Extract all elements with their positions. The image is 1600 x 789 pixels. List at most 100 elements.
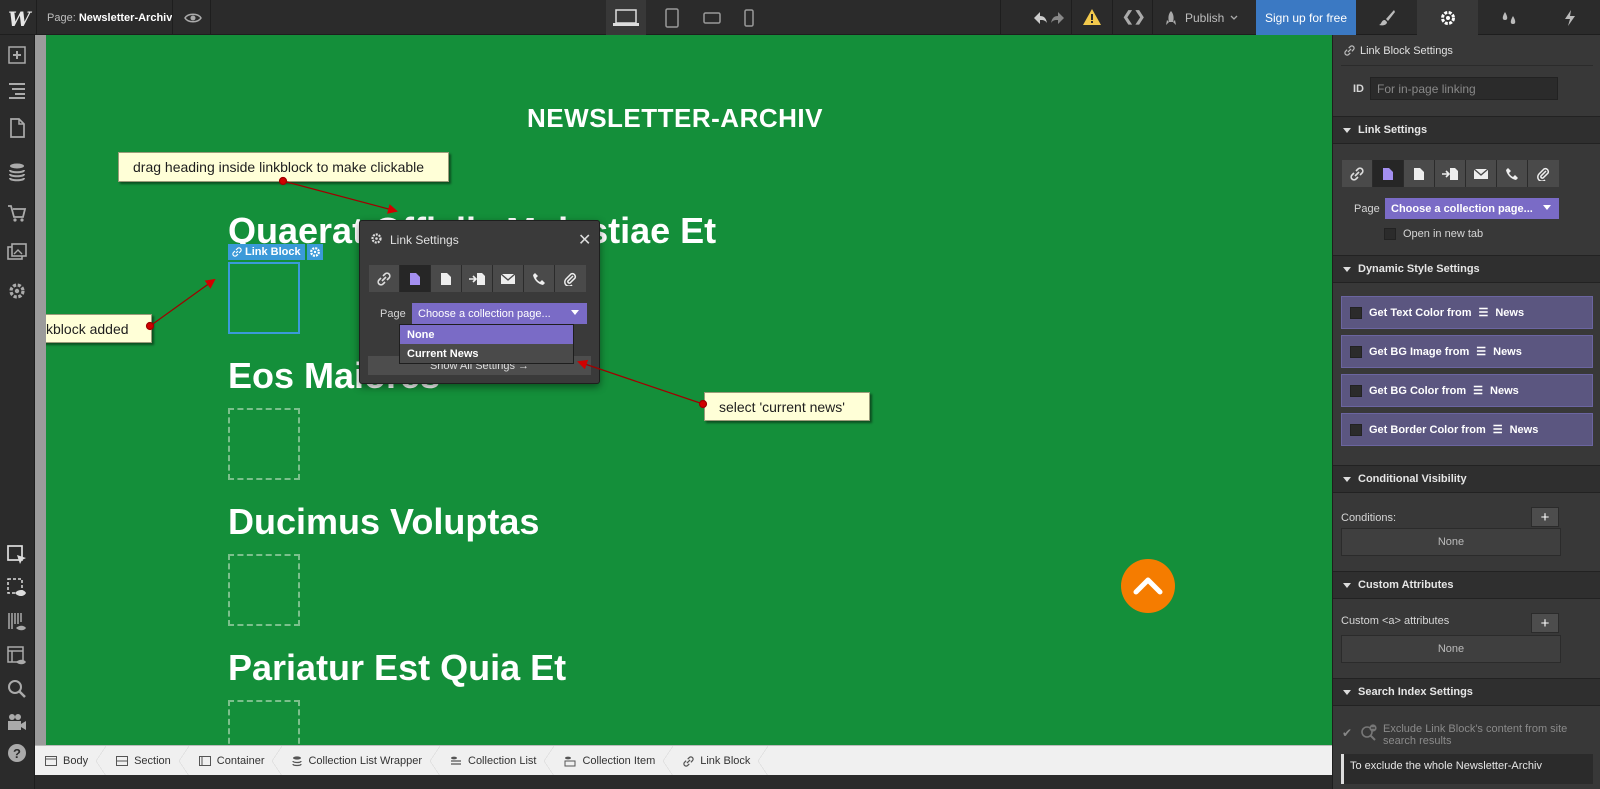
dynamic-text-color[interactable]: Get Text Color from ☰ News	[1341, 296, 1593, 329]
select-tool-icon[interactable]	[7, 545, 27, 565]
breadcrumb-link-block[interactable]: Link Block	[673, 746, 769, 776]
project-settings-gear-icon[interactable]	[7, 281, 27, 301]
collapse-caret-icon	[1343, 476, 1351, 482]
mobile-portrait-icon[interactable]	[729, 0, 769, 35]
ecommerce-cart-icon[interactable]	[7, 203, 27, 223]
tablet-view-icon[interactable]	[652, 0, 692, 35]
dynamic-bg-image[interactable]: Get BG Image from ☰ News	[1341, 335, 1593, 368]
gear-icon	[1440, 10, 1455, 25]
id-label: ID	[1353, 83, 1364, 95]
panel-header: Link Block Settings	[1360, 45, 1453, 57]
breadcrumb-body[interactable]: Body	[35, 746, 107, 776]
assets-icon[interactable]	[7, 243, 27, 263]
dynamic-border-color[interactable]: Get Border Color from ☰ News	[1341, 413, 1593, 446]
breadcrumb-collection-list[interactable]: Collection List	[440, 746, 555, 776]
email-icon[interactable]	[1466, 160, 1497, 187]
pages-icon[interactable]	[7, 118, 27, 138]
breadcrumb-collection-list-wrapper[interactable]: Collection List Wrapper	[282, 746, 440, 776]
xray-icon[interactable]	[7, 612, 27, 632]
section-search-index[interactable]: Search Index Settings	[1333, 678, 1600, 706]
link-icon	[683, 755, 694, 767]
layout-preview-icon[interactable]	[7, 646, 27, 666]
conditions-label: Conditions:	[1341, 512, 1397, 524]
exclude-page-note: To exclude the whole Newsletter-Archiv	[1341, 754, 1593, 784]
id-input[interactable]: For in-page linking	[1370, 77, 1558, 100]
search-icon[interactable]	[7, 679, 27, 699]
collection-item-icon	[564, 756, 576, 766]
checkbox[interactable]	[1350, 384, 1362, 397]
checkbox[interactable]	[1350, 306, 1362, 319]
breadcrumb-section[interactable]: Section	[106, 746, 189, 776]
link-icon	[1344, 45, 1355, 56]
database-icon	[292, 755, 303, 766]
add-attribute-button[interactable]: +	[1531, 613, 1559, 633]
body-icon	[45, 756, 57, 766]
code-export-icon[interactable]: ❮❯	[1122, 8, 1146, 28]
checkbox[interactable]	[1350, 423, 1362, 436]
page-label: Page	[1354, 203, 1380, 215]
url-link-icon[interactable]	[1342, 160, 1373, 187]
publish-button[interactable]: Publish	[1163, 10, 1238, 26]
phone-icon[interactable]	[1497, 160, 1528, 187]
database-icon: ☰	[1476, 346, 1487, 358]
add-condition-button[interactable]: +	[1531, 507, 1559, 527]
page-indicator[interactable]: Page: Newsletter-Archiv	[47, 12, 172, 24]
designer-canvas[interactable]: NEWSLETTER-ARCHIV Quaerat Officiis Moles…	[46, 35, 1352, 763]
collection-page-icon[interactable]	[1373, 160, 1404, 187]
video-tutorial-icon[interactable]	[7, 712, 27, 732]
warning-icon[interactable]	[1082, 8, 1102, 28]
open-new-tab-checkbox[interactable]	[1384, 228, 1396, 240]
dynamic-bg-color[interactable]: Get BG Color from ☰ News	[1341, 374, 1593, 407]
preview-hidden-icon[interactable]	[7, 578, 27, 598]
breadcrumb-container[interactable]: Container	[189, 746, 283, 776]
attributes-none: None	[1341, 635, 1561, 663]
settings-gear-tab[interactable]	[1417, 0, 1478, 35]
section-conditional-visibility[interactable]: Conditional Visibility	[1333, 465, 1600, 493]
collapse-caret-icon	[1343, 127, 1351, 133]
checkmark-icon: ✔	[1342, 726, 1353, 740]
section-icon	[116, 756, 129, 766]
collapse-caret-icon	[1343, 582, 1351, 588]
database-icon: ☰	[1473, 385, 1484, 397]
webflow-logo[interactable]: W	[8, 7, 30, 31]
svg-text:?: ?	[13, 746, 21, 761]
preview-eye-icon[interactable]	[184, 9, 202, 27]
add-elements-icon[interactable]	[7, 45, 27, 65]
mobile-landscape-icon[interactable]	[692, 0, 732, 35]
cms-database-icon[interactable]	[7, 162, 27, 182]
left-toolbar: ?	[0, 35, 35, 789]
signup-button[interactable]: Sign up for free	[1256, 0, 1356, 35]
page-link-icon[interactable]	[1404, 160, 1435, 187]
section-dynamic-style[interactable]: Dynamic Style Settings	[1333, 255, 1600, 283]
panel-collection-page-select[interactable]: Choose a collection page...	[1385, 198, 1559, 219]
collapse-caret-icon	[1343, 689, 1351, 695]
collapse-caret-icon	[1343, 266, 1351, 272]
interactions-lightning-tab[interactable]	[1539, 0, 1600, 35]
custom-a-attributes-label: Custom <a> attributes	[1341, 615, 1450, 627]
collection-list-icon	[451, 756, 461, 765]
navigator-icon[interactable]	[7, 80, 27, 100]
lightning-icon	[1564, 9, 1575, 26]
help-icon[interactable]: ?	[7, 743, 27, 763]
breadcrumb-collection-item[interactable]: Collection Item	[554, 746, 674, 776]
settings-panel: Link Block Settings ID For in-page linki…	[1332, 35, 1600, 789]
page-name: Newsletter-Archiv	[78, 12, 173, 24]
section-custom-attributes[interactable]: Custom Attributes	[1333, 571, 1600, 599]
exclude-search-label[interactable]: Exclude Link Block's content from site s…	[1383, 723, 1573, 747]
annotation-arrows	[145, 176, 708, 409]
desktop-view-icon[interactable]	[606, 0, 646, 35]
undo-redo-icon[interactable]	[1030, 8, 1068, 28]
drops-icon	[1502, 11, 1515, 24]
style-brush-tab[interactable]	[1356, 0, 1417, 35]
brush-icon	[1378, 9, 1395, 25]
page-section-icon[interactable]	[1435, 160, 1466, 187]
database-icon: ☰	[1492, 424, 1503, 436]
attachment-icon[interactable]	[1528, 160, 1559, 187]
open-new-tab-label: Open in new tab	[1403, 228, 1484, 240]
checkbox[interactable]	[1350, 345, 1362, 358]
bottom-strip	[35, 775, 1352, 789]
interactions-drops-tab[interactable]	[1478, 0, 1539, 35]
container-icon	[198, 756, 211, 766]
section-link-settings[interactable]: Link Settings	[1333, 116, 1600, 144]
conditions-none: None	[1341, 528, 1561, 556]
